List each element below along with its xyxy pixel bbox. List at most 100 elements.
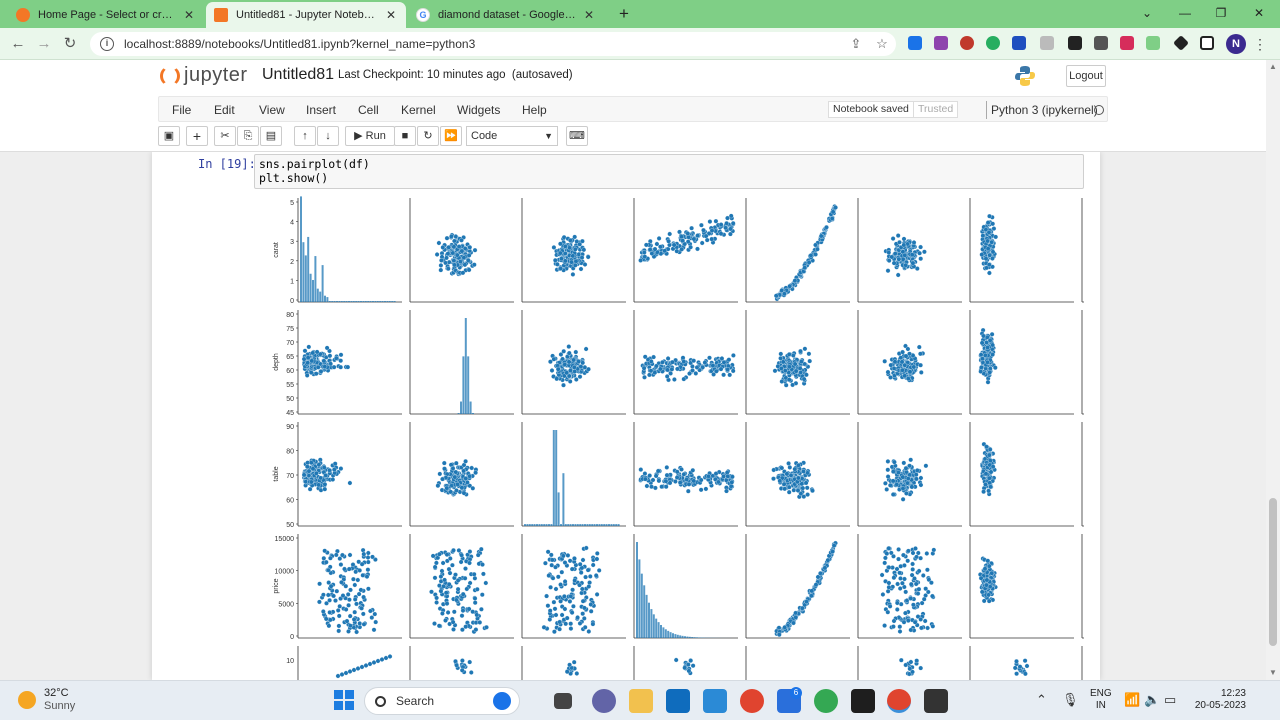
- extension-icon[interactable]: [1040, 36, 1054, 50]
- input-language[interactable]: ENG IN: [1090, 688, 1112, 712]
- reload-icon[interactable]: ↻: [60, 34, 80, 54]
- copy-icon[interactable]: ⎘: [237, 126, 259, 146]
- chrome-icon[interactable]: [740, 689, 764, 713]
- teams-chat-icon[interactable]: [592, 689, 616, 713]
- code-cell-input[interactable]: sns.pairplot(df) plt.show(): [254, 154, 1084, 189]
- scatter-point: [829, 216, 835, 221]
- menu-file[interactable]: File: [172, 103, 191, 117]
- extension-icon[interactable]: [960, 36, 974, 50]
- address-bar[interactable]: i localhost:8889/notebooks/Untitled81.ip…: [90, 32, 896, 56]
- battery-icon[interactable]: ▭: [1164, 692, 1176, 708]
- scatter-point: [731, 353, 736, 358]
- move-down-icon[interactable]: ↓: [317, 126, 339, 146]
- browser-menu-icon[interactable]: ⋮: [1252, 34, 1268, 54]
- new-tab-button[interactable]: +: [614, 4, 634, 24]
- command-palette-keyboard-icon[interactable]: ⌨: [566, 126, 588, 146]
- scatter-point: [582, 605, 587, 611]
- close-tab-icon[interactable]: ✕: [582, 8, 596, 22]
- microsoft-store-icon[interactable]: [666, 689, 690, 713]
- terminal-icon[interactable]: [851, 689, 875, 713]
- menu-kernel[interactable]: Kernel: [401, 103, 436, 117]
- scatter-point: [580, 557, 586, 563]
- menu-widgets[interactable]: Widgets: [457, 103, 500, 117]
- profile-avatar[interactable]: N: [1226, 34, 1246, 54]
- taskbar-search-box[interactable]: Search: [364, 687, 520, 715]
- scatter-point: [713, 218, 719, 224]
- weather-widget[interactable]: 32°C Sunny: [18, 687, 75, 713]
- trusted-indicator[interactable]: Trusted: [913, 101, 959, 118]
- extension-icon[interactable]: [1012, 36, 1026, 50]
- tab-search-chevron-icon[interactable]: ⌄: [1136, 4, 1158, 22]
- vscode-icon[interactable]: [703, 689, 727, 713]
- maximize-button[interactable]: ❐: [1210, 4, 1232, 22]
- interrupt-kernel-icon[interactable]: ■: [394, 126, 416, 146]
- extension-icon[interactable]: [908, 36, 922, 50]
- vertical-scrollbar[interactable]: ▲ ▼: [1266, 60, 1280, 680]
- chrome-active-icon[interactable]: [887, 689, 911, 713]
- kernel-name[interactable]: Python 3 (ipykernel): [991, 103, 1098, 117]
- side-panel-icon[interactable]: [1200, 36, 1214, 50]
- url-text[interactable]: localhost:8889/notebooks/Untitled81.ipyn…: [124, 37, 475, 51]
- notebook-name[interactable]: Untitled81: [262, 66, 334, 84]
- extensions-puzzle-icon[interactable]: [1173, 35, 1189, 51]
- extension-icon[interactable]: [1094, 36, 1108, 50]
- scatter-point: [651, 354, 656, 360]
- bing-icon[interactable]: [493, 692, 511, 710]
- tab-home-page[interactable]: Home Page - Select or create a n ✕: [8, 2, 204, 28]
- wifi-icon[interactable]: 📶: [1124, 692, 1140, 708]
- scatter-point: [432, 621, 437, 626]
- forward-arrow-icon[interactable]: →: [34, 34, 54, 54]
- system-clock[interactable]: 12:23 20-05-2023: [1190, 688, 1246, 712]
- back-arrow-icon[interactable]: ←: [8, 34, 28, 54]
- scatter-point: [804, 372, 809, 378]
- histogram-bar: [648, 602, 650, 638]
- file-explorer-icon[interactable]: [629, 689, 653, 713]
- menu-cell[interactable]: Cell: [358, 103, 379, 117]
- windows-start-icon[interactable]: [334, 690, 354, 710]
- task-view-icon[interactable]: [554, 693, 572, 709]
- extension-icon[interactable]: [934, 36, 948, 50]
- scroll-up-arrow-icon[interactable]: ▲: [1268, 62, 1278, 71]
- jupyter-logo[interactable]: jupyter: [160, 64, 248, 87]
- scroll-down-arrow-icon[interactable]: ▼: [1268, 668, 1278, 677]
- camera-app-icon[interactable]: [924, 689, 948, 713]
- cut-icon[interactable]: ✂: [214, 126, 236, 146]
- scatter-point: [985, 220, 991, 225]
- chrome-profile-icon[interactable]: [814, 689, 838, 713]
- move-up-icon[interactable]: ↑: [294, 126, 316, 146]
- extension-icon[interactable]: [986, 36, 1000, 50]
- restart-run-all-icon[interactable]: ⏩: [440, 126, 462, 146]
- extension-icon[interactable]: [1120, 36, 1134, 50]
- extension-icon[interactable]: [1146, 36, 1160, 50]
- site-info-icon[interactable]: i: [100, 37, 114, 51]
- paste-icon[interactable]: ▤: [260, 126, 282, 146]
- histogram-bar: [564, 524, 567, 526]
- cell-type-select[interactable]: Code ▼: [466, 126, 558, 146]
- restart-kernel-icon[interactable]: ↻: [417, 126, 439, 146]
- scrollbar-thumb[interactable]: [1269, 498, 1277, 646]
- volume-icon[interactable]: 🔈: [1144, 692, 1160, 708]
- scatter-point: [333, 355, 339, 361]
- run-button[interactable]: ▶ Run: [345, 126, 395, 146]
- extension-icon[interactable]: [1068, 36, 1082, 50]
- share-icon[interactable]: ⇪: [848, 36, 864, 52]
- histogram-bar: [460, 401, 462, 414]
- menu-insert[interactable]: Insert: [306, 103, 336, 117]
- close-tab-icon[interactable]: ✕: [182, 8, 196, 22]
- tab-google-search[interactable]: G diamond dataset - Google Searc ✕: [408, 2, 604, 28]
- close-window-button[interactable]: ✕: [1248, 4, 1270, 22]
- tab-untitled81[interactable]: Untitled81 - Jupyter Notebook ✕: [206, 2, 406, 28]
- save-icon[interactable]: ▣: [158, 126, 180, 146]
- menu-view[interactable]: View: [259, 103, 285, 117]
- close-tab-icon[interactable]: ✕: [384, 8, 398, 22]
- scatter-point: [913, 472, 919, 478]
- show-hidden-icons-chevron-icon[interactable]: ⌃: [1036, 692, 1047, 708]
- insert-cell-icon[interactable]: +: [186, 126, 208, 146]
- minimize-button[interactable]: —: [1174, 4, 1196, 22]
- logout-button[interactable]: Logout: [1066, 65, 1106, 87]
- bookmark-star-icon[interactable]: ☆: [874, 36, 890, 52]
- menu-help[interactable]: Help: [522, 103, 547, 117]
- microphone-icon[interactable]: 🎙: [1062, 692, 1079, 708]
- scatter-point: [642, 254, 648, 260]
- menu-edit[interactable]: Edit: [214, 103, 235, 117]
